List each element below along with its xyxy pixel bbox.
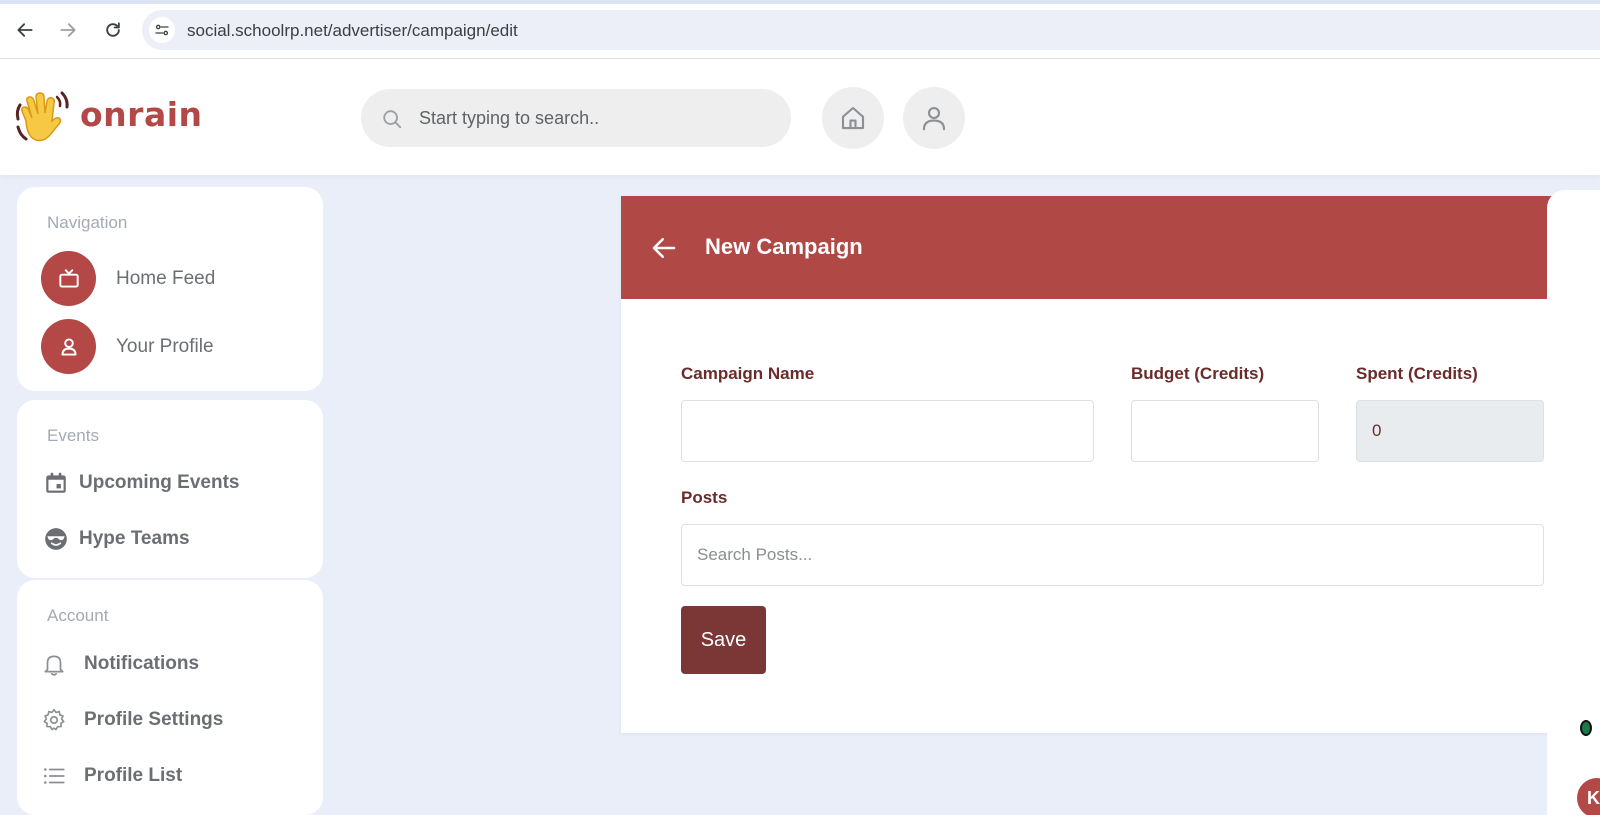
avatar[interactable]: KA <box>1577 778 1600 815</box>
reload-icon <box>106 22 120 37</box>
panel-header: New Campaign <box>621 196 1600 299</box>
sidebar-item-label: Upcoming Events <box>79 472 240 493</box>
posts-search-input[interactable] <box>681 524 1544 586</box>
sidebar-item-notifications[interactable]: Notifications <box>41 651 199 677</box>
logo[interactable]: onrain <box>12 87 203 145</box>
browser-forward-button[interactable] <box>53 15 83 45</box>
browser-toolbar: social.schoolrp.net/advertiser/campaign/… <box>0 0 1600 59</box>
browser-tab-strip <box>0 0 1600 4</box>
sidebar-item-label: Notifications <box>84 653 200 674</box>
navigation-card: Navigation Home Feed Your Profile <box>17 187 323 391</box>
campaign-name-field[interactable] <box>681 400 1094 462</box>
calendar-icon <box>43 470 69 496</box>
status-dot-icon <box>1580 720 1592 736</box>
spent-field <box>1356 400 1544 462</box>
list-icon <box>41 763 67 789</box>
sidebar-item-hype-teams[interactable]: Hype Teams <box>43 526 190 552</box>
sidebar-item-home-feed[interactable]: Home Feed <box>41 251 215 306</box>
global-search[interactable] <box>361 89 791 147</box>
posts-label: Posts <box>681 488 728 507</box>
spent-label: Spent (Credits) <box>1356 364 1478 383</box>
sidebar-item-label: Hype Teams <box>79 528 190 549</box>
sidebar-item-upcoming-events[interactable]: Upcoming Events <box>43 470 239 496</box>
navigation-title: Navigation <box>47 213 128 232</box>
sunglasses-face-icon <box>43 526 69 552</box>
budget-field[interactable] <box>1131 400 1319 462</box>
search-input[interactable] <box>419 89 779 147</box>
tune-icon <box>155 24 169 36</box>
budget-label: Budget (Credits) <box>1131 364 1265 383</box>
waving-hand-icon <box>15 91 69 142</box>
back-arrow-icon[interactable] <box>649 233 679 263</box>
page-title: New Campaign <box>705 234 863 259</box>
account-title: Account <box>47 606 109 625</box>
arrow-right-icon <box>60 23 76 37</box>
arrow-left-icon <box>17 23 33 37</box>
site-info-button[interactable] <box>149 17 175 43</box>
events-card: Events Upcoming Events Hype Teams <box>17 400 323 578</box>
home-button[interactable] <box>822 87 884 149</box>
url-text[interactable]: social.schoolrp.net/advertiser/campaign/… <box>187 21 518 41</box>
sidebar-item-your-profile[interactable]: Your Profile <box>41 319 214 374</box>
account-card: Account Notifications Profile Settings P… <box>17 580 323 815</box>
sidebar-item-label: Your Profile <box>116 335 214 357</box>
right-sidebar: KA <box>1547 190 1600 815</box>
logo-text: onrain <box>80 94 203 134</box>
save-button[interactable]: Save <box>681 606 766 674</box>
app-header: onrain <box>0 59 1600 175</box>
sidebar-item-label: Profile Settings <box>84 709 224 730</box>
gear-icon <box>41 707 67 733</box>
user-icon <box>41 319 96 374</box>
sidebar-item-profile-settings[interactable]: Profile Settings <box>41 707 223 733</box>
search-icon <box>383 110 402 129</box>
events-title: Events <box>47 426 99 445</box>
tv-icon <box>41 251 96 306</box>
sidebar-item-label: Home Feed <box>116 267 216 289</box>
browser-reload-button[interactable] <box>98 15 128 45</box>
home-icon <box>841 106 865 130</box>
bell-icon <box>41 651 67 677</box>
profile-button[interactable] <box>903 87 965 149</box>
sidebar-item-profile-list[interactable]: Profile List <box>41 763 182 789</box>
sidebar-item-label: Profile List <box>84 765 183 786</box>
browser-back-button[interactable] <box>10 15 40 45</box>
campaign-name-label: Campaign Name <box>681 364 815 383</box>
campaign-form-panel: New Campaign Campaign Name Budget (Credi… <box>621 196 1600 733</box>
address-bar[interactable]: social.schoolrp.net/advertiser/campaign/… <box>142 10 1600 50</box>
user-icon <box>922 106 946 131</box>
